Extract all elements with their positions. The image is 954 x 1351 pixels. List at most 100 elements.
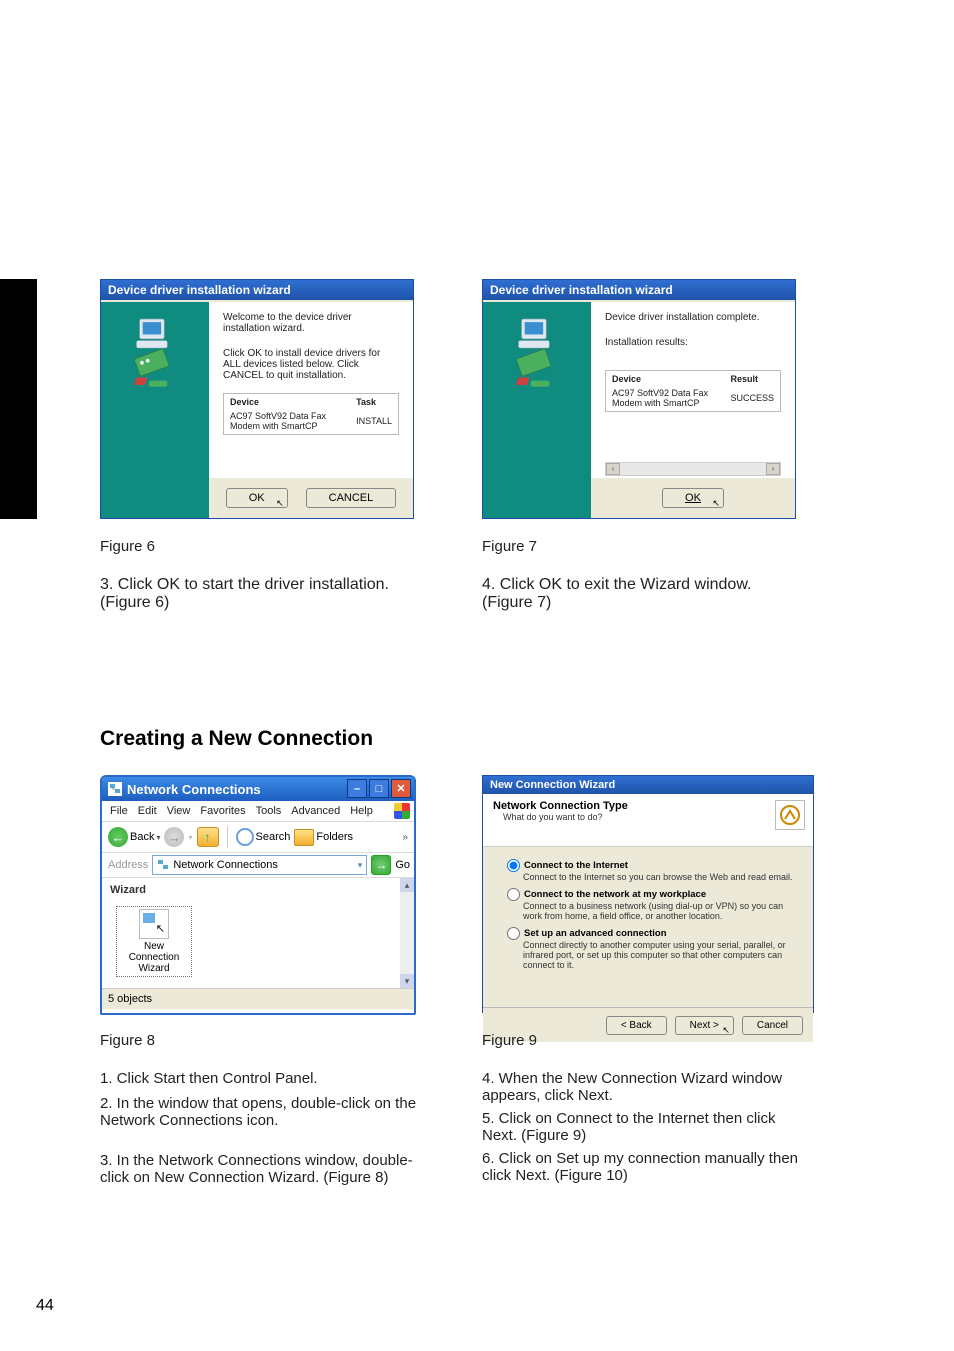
wizard-b-line1: Device driver installation complete.	[605, 312, 781, 323]
wizard-item-label: New Connection Wizard	[119, 941, 189, 974]
wizard-a-image	[115, 316, 195, 396]
para2: 4. Click OK to exit the Wizard window. (…	[482, 576, 802, 612]
explorer-title: Network Connections	[127, 782, 261, 797]
back-button[interactable]: < Back	[606, 1016, 667, 1035]
cursor-icon: ↖	[276, 498, 284, 509]
status-text: 5 objects	[108, 993, 152, 1005]
explorer-body: Wizard ↖ New Connection Wizard ▴ ▾	[102, 878, 414, 988]
step4: 4. When the New Connection Wizard window…	[482, 1070, 802, 1104]
up-button[interactable]: ↑	[197, 827, 219, 847]
group-header: Wizard	[110, 884, 146, 896]
option-workplace[interactable]: Connect to the network at my workplace C…	[507, 888, 797, 921]
address-value: Network Connections	[173, 859, 278, 871]
go-label: Go	[395, 859, 410, 871]
ncw-header-icon	[775, 800, 805, 830]
wb-col1: Device	[608, 373, 724, 385]
step5: 5. Click on Connect to the Internet then…	[482, 1110, 802, 1144]
new-connection-wizard-item[interactable]: ↖ New Connection Wizard	[116, 906, 192, 977]
vertical-scrollbar[interactable]: ▴ ▾	[400, 878, 414, 988]
menu-advanced[interactable]: Advanced	[291, 805, 340, 817]
toolbar-chevron-icon[interactable]: »	[402, 832, 408, 843]
step1: 1. Click Start then Control Panel.	[100, 1070, 420, 1087]
radio-advanced[interactable]	[507, 927, 520, 940]
network-connections-window: Network Connections – □ ✕ File Edit View…	[100, 775, 416, 1015]
explorer-toolbar: ← Back ▾ → ▾ ↑ Search Folders »	[102, 822, 414, 853]
folders-label: Folders	[316, 831, 353, 843]
option-advanced[interactable]: Set up an advanced connection Connect di…	[507, 927, 797, 970]
figure9-label: Figure 9	[482, 1032, 537, 1049]
folders-button[interactable]: Folders	[294, 829, 353, 846]
next-label: Next >	[690, 1020, 719, 1031]
cursor-icon: ↖	[712, 498, 720, 509]
option-internet[interactable]: Connect to the Internet Connect to the I…	[507, 859, 797, 882]
wb-hscroll[interactable]: ‹ ›	[605, 462, 781, 476]
step6: 6. Click on Set up my connection manuall…	[482, 1150, 802, 1184]
back-icon: ←	[108, 827, 128, 847]
close-button[interactable]: ✕	[391, 779, 411, 798]
opt3-title: Set up an advanced connection	[524, 928, 667, 939]
cancel-button[interactable]: CANCEL	[306, 488, 397, 508]
explorer-menubar: File Edit View Favorites Tools Advanced …	[102, 801, 414, 822]
minimize-button[interactable]: –	[347, 779, 367, 798]
ncw-header: Network Connection Type What do you want…	[483, 794, 813, 847]
step3: 3. In the Network Connections window, do…	[100, 1152, 420, 1186]
wizard-b-image	[497, 316, 577, 396]
back-button[interactable]: ← Back ▾	[108, 827, 160, 847]
ok-button[interactable]: OK ↖	[226, 488, 288, 508]
wa-col2: Task	[352, 396, 396, 408]
maximize-button[interactable]: □	[369, 779, 389, 798]
address-label: Address	[108, 859, 148, 871]
wizard-b-title: Device driver installation wizard	[483, 280, 795, 300]
wa-r1c2: INSTALL	[352, 410, 396, 432]
section-title: Creating a New Connection	[100, 727, 373, 751]
cursor-icon: ↖	[722, 1025, 730, 1036]
wizard-item-icon: ↖	[139, 909, 169, 939]
search-label: Search	[256, 831, 291, 843]
dropdown-icon[interactable]: ▾	[358, 860, 363, 871]
search-button[interactable]: Search	[236, 828, 291, 846]
opt2-desc: Connect to a business network (using dia…	[523, 901, 797, 921]
search-icon	[236, 828, 254, 846]
wizard-a-title: Device driver installation wizard	[101, 280, 413, 300]
status-bar: 5 objects	[102, 988, 414, 1009]
figure8-label: Figure 8	[100, 1032, 155, 1049]
menu-tools[interactable]: Tools	[256, 805, 282, 817]
menu-edit[interactable]: Edit	[138, 805, 157, 817]
wizard-a-content: Welcome to the device driver installatio…	[209, 302, 413, 478]
menu-help[interactable]: Help	[350, 805, 373, 817]
address-bar: Address Network Connections ▾ → Go	[102, 853, 414, 878]
network-icon	[109, 783, 121, 795]
folders-icon	[294, 829, 314, 846]
cancel-button[interactable]: Cancel	[742, 1016, 803, 1035]
wb-col2: Result	[726, 373, 778, 385]
wizard-b-buttons: OK ↖	[591, 478, 795, 518]
address-field[interactable]: Network Connections ▾	[152, 855, 367, 875]
scroll-down-icon[interactable]: ▾	[400, 974, 414, 988]
ok-label: OK	[685, 492, 701, 504]
scroll-left-icon[interactable]: ‹	[606, 463, 620, 475]
go-button[interactable]: →	[371, 855, 391, 875]
radio-internet[interactable]	[507, 859, 520, 872]
para1: 3. Click OK to start the driver installa…	[100, 576, 420, 612]
figure6-label: Figure 6	[100, 538, 155, 555]
ncw-h1: Network Connection Type	[493, 800, 803, 812]
ncw-title: New Connection Wizard	[483, 776, 813, 794]
opt3-desc: Connect directly to another computer usi…	[523, 940, 797, 970]
scroll-up-icon[interactable]: ▴	[400, 878, 414, 892]
scroll-right-icon[interactable]: ›	[766, 463, 780, 475]
menu-file[interactable]: File	[110, 805, 128, 817]
network-icon	[157, 859, 169, 871]
next-button[interactable]: Next > ↖	[675, 1016, 734, 1035]
windows-logo-icon	[394, 803, 410, 819]
install-wizard-start: Device driver installation wizard Welcom…	[100, 279, 414, 519]
ok-button[interactable]: OK ↖	[662, 488, 724, 508]
wizard-a-line2: Click OK to install device drivers for A…	[223, 348, 399, 381]
explorer-titlebar: Network Connections – □ ✕	[102, 777, 414, 801]
radio-workplace[interactable]	[507, 888, 520, 901]
wizard-a-buttons: OK ↖ CANCEL	[209, 478, 413, 518]
wa-col1: Device	[226, 396, 350, 408]
forward-button[interactable]: →	[164, 827, 184, 847]
menu-favorites[interactable]: Favorites	[200, 805, 245, 817]
wizard-b-content: Device driver installation complete. Ins…	[591, 302, 795, 478]
menu-view[interactable]: View	[167, 805, 191, 817]
